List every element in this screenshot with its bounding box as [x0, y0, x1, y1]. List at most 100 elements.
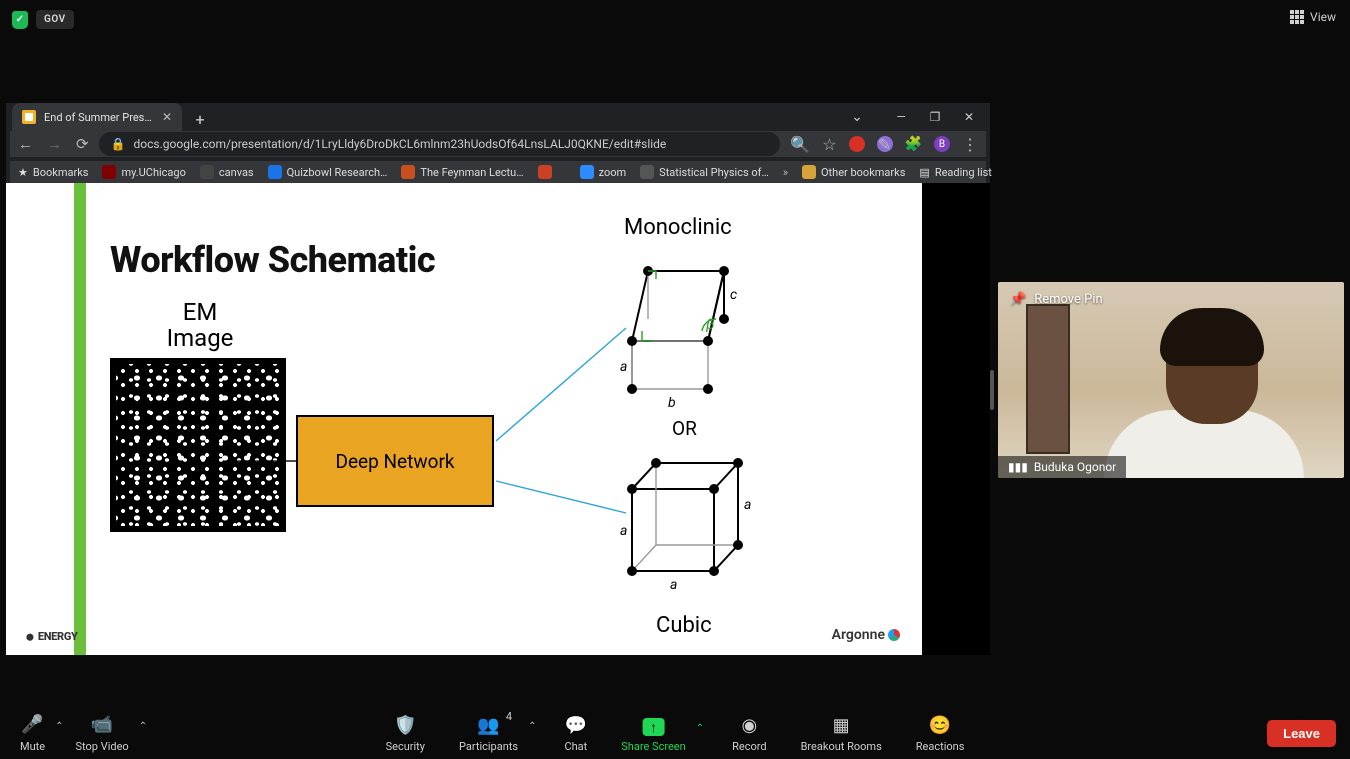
shield-icon: 🛡️ [394, 714, 416, 736]
bookmark-item[interactable]: my.UChicago [102, 165, 185, 179]
chat-button[interactable]: 💬 Chat [558, 712, 593, 755]
stop-video-button[interactable]: 📹 Stop Video [70, 712, 135, 755]
background-door [1026, 304, 1070, 454]
new-tab-button[interactable]: + [188, 107, 212, 131]
svg-text:c: c [730, 287, 737, 303]
leave-label: Leave [1283, 726, 1320, 741]
svg-text:a: a [670, 577, 677, 593]
extensions-icon[interactable]: 🧩 [905, 136, 922, 152]
reactions-label: Reactions [916, 740, 965, 753]
slides-favicon-icon [22, 110, 36, 124]
close-window-icon[interactable]: ✕ [952, 105, 986, 129]
encryption-shield-icon [12, 11, 28, 29]
extension-feather-icon[interactable]: ✎ [877, 136, 893, 152]
participants-count: 4 [506, 710, 512, 723]
profile-avatar[interactable]: B [934, 136, 950, 152]
reactions-icon: 😊 [929, 714, 951, 736]
bookmarks-overflow-icon[interactable]: » [783, 166, 788, 179]
reactions-button[interactable]: 😊 Reactions [910, 712, 971, 755]
minimize-window-icon[interactable]: — [884, 105, 918, 129]
favicon-icon [268, 165, 282, 179]
grid-icon [1290, 10, 1304, 24]
energy-logo: ENERGY [38, 630, 78, 643]
url-text: docs.google.com/presentation/d/1LryLldy6… [134, 137, 667, 151]
chat-icon: 💬 [565, 714, 587, 736]
bookmark-item[interactable]: Statistical Physics of… [640, 165, 769, 179]
share-label: Share Screen [621, 740, 685, 753]
extension-red-icon[interactable] [849, 136, 865, 152]
share-screen-icon: ↑ [642, 718, 664, 736]
svg-text:a: a [744, 497, 751, 513]
bookmark-item[interactable] [538, 165, 552, 179]
signal-icon: ▮▮▮ [1008, 460, 1028, 474]
bookmark-item[interactable]: ★Bookmarks [18, 166, 88, 179]
svg-text:b: b [668, 395, 676, 411]
favicon-icon [200, 165, 214, 179]
presentation-slide: Workflow Schematic EMImage Deep Network … [6, 183, 922, 655]
svg-text:a: a [620, 359, 627, 375]
pane-resize-handle[interactable] [990, 370, 994, 410]
schematic-svg: a b c β a [6, 183, 922, 655]
maximize-window-icon[interactable]: ❐ [918, 105, 952, 129]
url-field[interactable]: 🔒 docs.google.com/presentation/d/1LryLld… [99, 132, 781, 156]
favicon-icon [580, 165, 594, 179]
pin-icon: 📌 [1010, 292, 1026, 307]
tab-list-chevron-icon[interactable]: ⌄ [840, 105, 874, 129]
close-tab-icon[interactable]: ✕ [162, 110, 172, 124]
reading-list-icon: ▤ [919, 166, 929, 179]
bookmark-item[interactable]: Quizbowl Research… [268, 165, 388, 179]
microphone-icon: 🎤 [21, 714, 43, 736]
slide-viewport: Workflow Schematic EMImage Deep Network … [6, 183, 990, 655]
speaker-video-tile[interactable]: 📌 Remove Pin ▮▮▮ Buduka Ogonor [998, 282, 1344, 478]
audio-options-chevron-icon[interactable]: ⌃ [55, 721, 63, 746]
breakout-icon: ▦ [833, 714, 850, 736]
remove-pin-label: Remove Pin [1034, 292, 1103, 307]
slide-footer-left: ⬤ ENERGY [26, 630, 78, 643]
favicon-icon [640, 165, 654, 179]
breakout-label: Breakout Rooms [801, 740, 882, 753]
other-bookmarks[interactable]: Other bookmarks [802, 165, 905, 179]
security-button[interactable]: 🛡️ Security [380, 712, 431, 755]
participants-button[interactable]: 👥 4 Participants [453, 712, 524, 755]
url-bar: ← → ⟳ 🔒 docs.google.com/presentation/d/1… [10, 131, 986, 157]
gov-badge: GOV [36, 10, 74, 29]
chat-label: Chat [564, 740, 587, 753]
participants-options-chevron-icon[interactable]: ⌃ [528, 721, 536, 746]
shared-browser-window: End of Summer Presentation - G… ✕ + ⌄ — … [6, 103, 990, 655]
tab-strip: End of Summer Presentation - G… ✕ + ⌄ — … [6, 103, 990, 131]
back-icon[interactable]: ← [18, 135, 33, 153]
bookmark-item[interactable]: zoom [580, 165, 627, 179]
svg-text:a: a [620, 523, 627, 539]
speaker-name: Buduka Ogonor [1034, 460, 1116, 474]
leave-button[interactable]: Leave [1267, 720, 1336, 747]
share-options-chevron-icon[interactable]: ⌃ [696, 723, 704, 748]
breakout-rooms-button[interactable]: ▦ Breakout Rooms [795, 712, 888, 755]
remove-pin-button[interactable]: 📌 Remove Pin [1010, 292, 1103, 307]
mute-label: Mute [20, 740, 45, 753]
svg-text:β: β [705, 315, 715, 333]
reading-list[interactable]: ▤Reading list [919, 166, 992, 179]
record-button[interactable]: ◉ Record [726, 712, 772, 755]
view-label: View [1310, 10, 1336, 24]
favicon-icon [102, 165, 116, 179]
view-button[interactable]: View [1290, 10, 1336, 24]
forward-icon[interactable]: → [47, 135, 62, 153]
record-icon: ◉ [741, 714, 757, 736]
favicon-icon [401, 165, 415, 179]
record-label: Record [732, 740, 766, 753]
argonne-mark-icon [888, 629, 900, 641]
zoom-icon[interactable]: 🔍 [790, 135, 810, 154]
participants-label: Participants [459, 740, 518, 753]
star-bookmark-icon[interactable]: ☆ [822, 135, 836, 154]
share-screen-button[interactable]: ↑ Share Screen [615, 716, 691, 755]
reload-icon[interactable]: ⟳ [76, 135, 89, 153]
participants-icon: 👥 [477, 714, 499, 736]
video-options-chevron-icon[interactable]: ⌃ [139, 721, 147, 746]
stop-video-label: Stop Video [76, 740, 129, 753]
meeting-toolbar: 🎤 Mute ⌃ 📹 Stop Video ⌃ 🛡️ Security 👥 4 … [0, 707, 1350, 759]
browser-menu-icon[interactable]: ⋮ [962, 135, 978, 154]
bookmark-item[interactable]: canvas [200, 165, 254, 179]
browser-tab[interactable]: End of Summer Presentation - G… ✕ [12, 103, 182, 131]
mute-button[interactable]: 🎤 Mute [14, 712, 51, 755]
bookmark-item[interactable]: The Feynman Lectu… [401, 165, 523, 179]
